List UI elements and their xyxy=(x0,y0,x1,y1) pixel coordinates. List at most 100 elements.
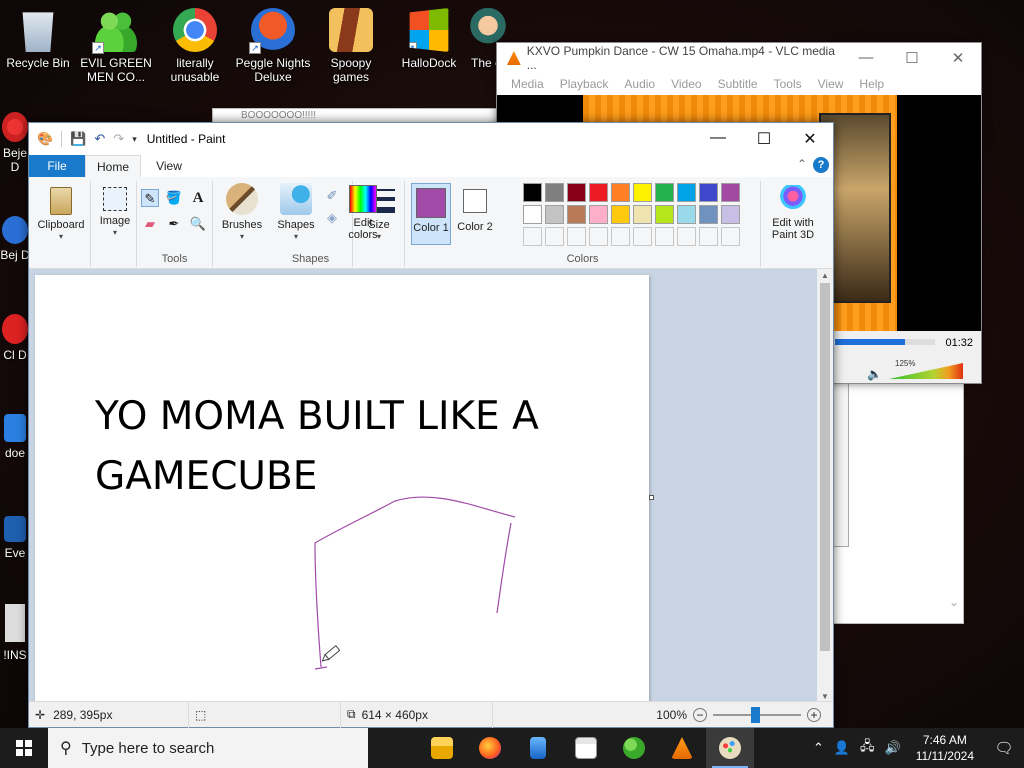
menu-video[interactable]: Video xyxy=(663,77,709,91)
scrollbar-thumb[interactable] xyxy=(820,283,830,651)
color-swatch[interactable] xyxy=(655,183,674,202)
color-swatch[interactable] xyxy=(567,205,586,224)
zoom-in-button[interactable]: + xyxy=(807,708,821,722)
color1-button[interactable]: Color 1 xyxy=(411,183,451,245)
zoom-slider-knob[interactable] xyxy=(751,707,760,723)
background-window-scrollbar[interactable] xyxy=(833,379,849,547)
text-icon[interactable]: A xyxy=(189,189,207,207)
menu-media[interactable]: Media xyxy=(503,77,552,91)
volume-icon[interactable]: 🔊 xyxy=(885,740,901,756)
scroll-down-icon[interactable]: ▼ xyxy=(817,692,833,701)
color-picker-icon[interactable]: ✒ xyxy=(165,215,183,233)
color-swatch[interactable] xyxy=(545,183,564,202)
color-swatch[interactable] xyxy=(721,183,740,202)
maximize-button[interactable]: ☐ xyxy=(889,49,935,67)
close-button[interactable]: ✕ xyxy=(787,129,833,149)
notification-icon[interactable]: 🗨 xyxy=(984,739,1024,757)
desktop-icon-partial[interactable]: Eve xyxy=(0,512,30,572)
scroll-up-icon[interactable]: ▲ xyxy=(817,271,833,280)
color-swatch[interactable] xyxy=(677,205,696,224)
network-icon[interactable]: 🖧 xyxy=(860,737,875,759)
custom-color-slot[interactable] xyxy=(655,227,674,246)
desktop-icon-partial[interactable]: Cl D xyxy=(0,310,30,390)
minimize-button[interactable]: — xyxy=(695,129,741,149)
taskbar-paint[interactable] xyxy=(706,728,754,768)
desktop-icon-partial[interactable]: Beje D xyxy=(0,108,30,188)
color-swatch[interactable] xyxy=(523,183,542,202)
tab-view[interactable]: View xyxy=(141,155,197,177)
help-icon[interactable]: ? xyxy=(813,157,829,173)
color-swatch[interactable] xyxy=(611,205,630,224)
custom-color-slot[interactable] xyxy=(545,227,564,246)
custom-color-slot[interactable] xyxy=(699,227,718,246)
zoom-out-button[interactable]: − xyxy=(693,708,707,722)
color-swatch[interactable] xyxy=(699,183,718,202)
color-swatch[interactable] xyxy=(721,205,740,224)
chevron-up-icon[interactable]: ⌃ xyxy=(813,740,824,756)
custom-color-slot[interactable] xyxy=(677,227,696,246)
desktop-icon-partial[interactable]: Bej D xyxy=(0,212,30,292)
fill-bucket-icon[interactable]: 🪣 xyxy=(165,189,183,207)
desktop-icon-spoopy-games[interactable]: Spoopy games xyxy=(313,2,389,84)
custom-color-slot[interactable] xyxy=(589,227,608,246)
clipboard-button[interactable]: Clipboard ▾ xyxy=(33,187,89,243)
canvas-resize-handle[interactable] xyxy=(649,495,654,500)
magnifier-icon[interactable]: 🔍 xyxy=(189,215,207,233)
volume-slider[interactable]: 🔈 125% xyxy=(867,359,965,381)
color-swatch[interactable] xyxy=(545,205,564,224)
minimize-button[interactable]: — xyxy=(843,49,889,67)
seek-bar[interactable] xyxy=(835,339,935,345)
collapse-ribbon-icon[interactable]: ⌃ xyxy=(797,157,807,171)
brushes-button[interactable]: Brushes ▾ xyxy=(217,183,267,243)
desktop-icon-literally-unusable[interactable]: literally unusable xyxy=(157,2,233,84)
edit-with-paint3d-button[interactable]: Edit with Paint 3D xyxy=(765,185,821,241)
menu-view[interactable]: View xyxy=(810,77,852,91)
menu-subtitle[interactable]: Subtitle xyxy=(710,77,766,91)
undo-icon[interactable]: ↶ xyxy=(94,131,105,147)
start-button[interactable] xyxy=(0,728,48,768)
desktop-icon-partial[interactable]: !INS xyxy=(0,604,30,668)
desktop-icon-evil-green-men[interactable]: ↗ EVIL GREEN MEN CO... xyxy=(78,2,154,84)
tab-file[interactable]: File xyxy=(29,155,85,177)
save-icon[interactable]: 💾 xyxy=(70,131,86,147)
color-swatch[interactable] xyxy=(677,183,696,202)
taskbar-firefox[interactable] xyxy=(466,728,514,768)
custom-color-slot[interactable] xyxy=(523,227,542,246)
menu-playback[interactable]: Playback xyxy=(552,77,617,91)
color-swatch[interactable] xyxy=(567,183,586,202)
taskbar-app-blue[interactable] xyxy=(514,728,562,768)
menu-tools[interactable]: Tools xyxy=(766,77,810,91)
color-swatch[interactable] xyxy=(523,205,542,224)
edit-colors-button[interactable]: Edit colors xyxy=(339,185,387,241)
color-swatch[interactable] xyxy=(655,205,674,224)
zoom-slider[interactable] xyxy=(713,707,801,723)
desktop-icon-peggle[interactable]: ↗ Peggle Nights Deluxe xyxy=(235,2,311,84)
color2-button[interactable]: Color 2 xyxy=(455,183,495,233)
vlc-titlebar[interactable]: KXVO Pumpkin Dance - CW 15 Omaha.mp4 - V… xyxy=(497,43,981,73)
taskbar-vlc[interactable] xyxy=(658,728,706,768)
taskbar-messenger[interactable] xyxy=(610,728,658,768)
people-icon[interactable]: 👤 xyxy=(834,740,850,756)
background-window[interactable]: ⌄ xyxy=(826,378,964,624)
taskbar-file-explorer[interactable] xyxy=(418,728,466,768)
custom-color-slot[interactable] xyxy=(611,227,630,246)
taskbar-app-window[interactable] xyxy=(562,728,610,768)
drawing-canvas[interactable]: YO MOMA BUILT LIKE A GAMECUBE xyxy=(35,275,649,703)
tab-home[interactable]: Home xyxy=(85,155,141,177)
desktop-icon-recycle-bin[interactable]: Recycle Bin xyxy=(0,2,76,70)
customize-dropdown-icon[interactable]: ▾ xyxy=(132,134,137,145)
paint-titlebar[interactable]: 🎨 💾 ↶ ↷ ▾ Untitled - Paint — ☐ ✕ xyxy=(29,123,833,155)
close-button[interactable]: ✕ xyxy=(935,49,981,67)
paint-window[interactable]: 🎨 💾 ↶ ↷ ▾ Untitled - Paint — ☐ ✕ File Ho… xyxy=(28,122,834,728)
eraser-icon[interactable]: ▰ xyxy=(141,215,159,233)
redo-icon[interactable]: ↷ xyxy=(113,131,124,147)
taskbar-search[interactable]: ⚲ Type here to search xyxy=(48,728,368,768)
speaker-icon[interactable]: 🔈 xyxy=(867,367,882,381)
color-swatch[interactable] xyxy=(611,183,630,202)
maximize-button[interactable]: ☐ xyxy=(741,129,787,149)
chevron-down-icon[interactable]: ⌄ xyxy=(949,595,959,609)
custom-color-slot[interactable] xyxy=(633,227,652,246)
desktop-icon-partial[interactable]: doe xyxy=(0,410,30,470)
menu-audio[interactable]: Audio xyxy=(616,77,663,91)
pencil-icon[interactable]: ✎ xyxy=(141,189,159,207)
